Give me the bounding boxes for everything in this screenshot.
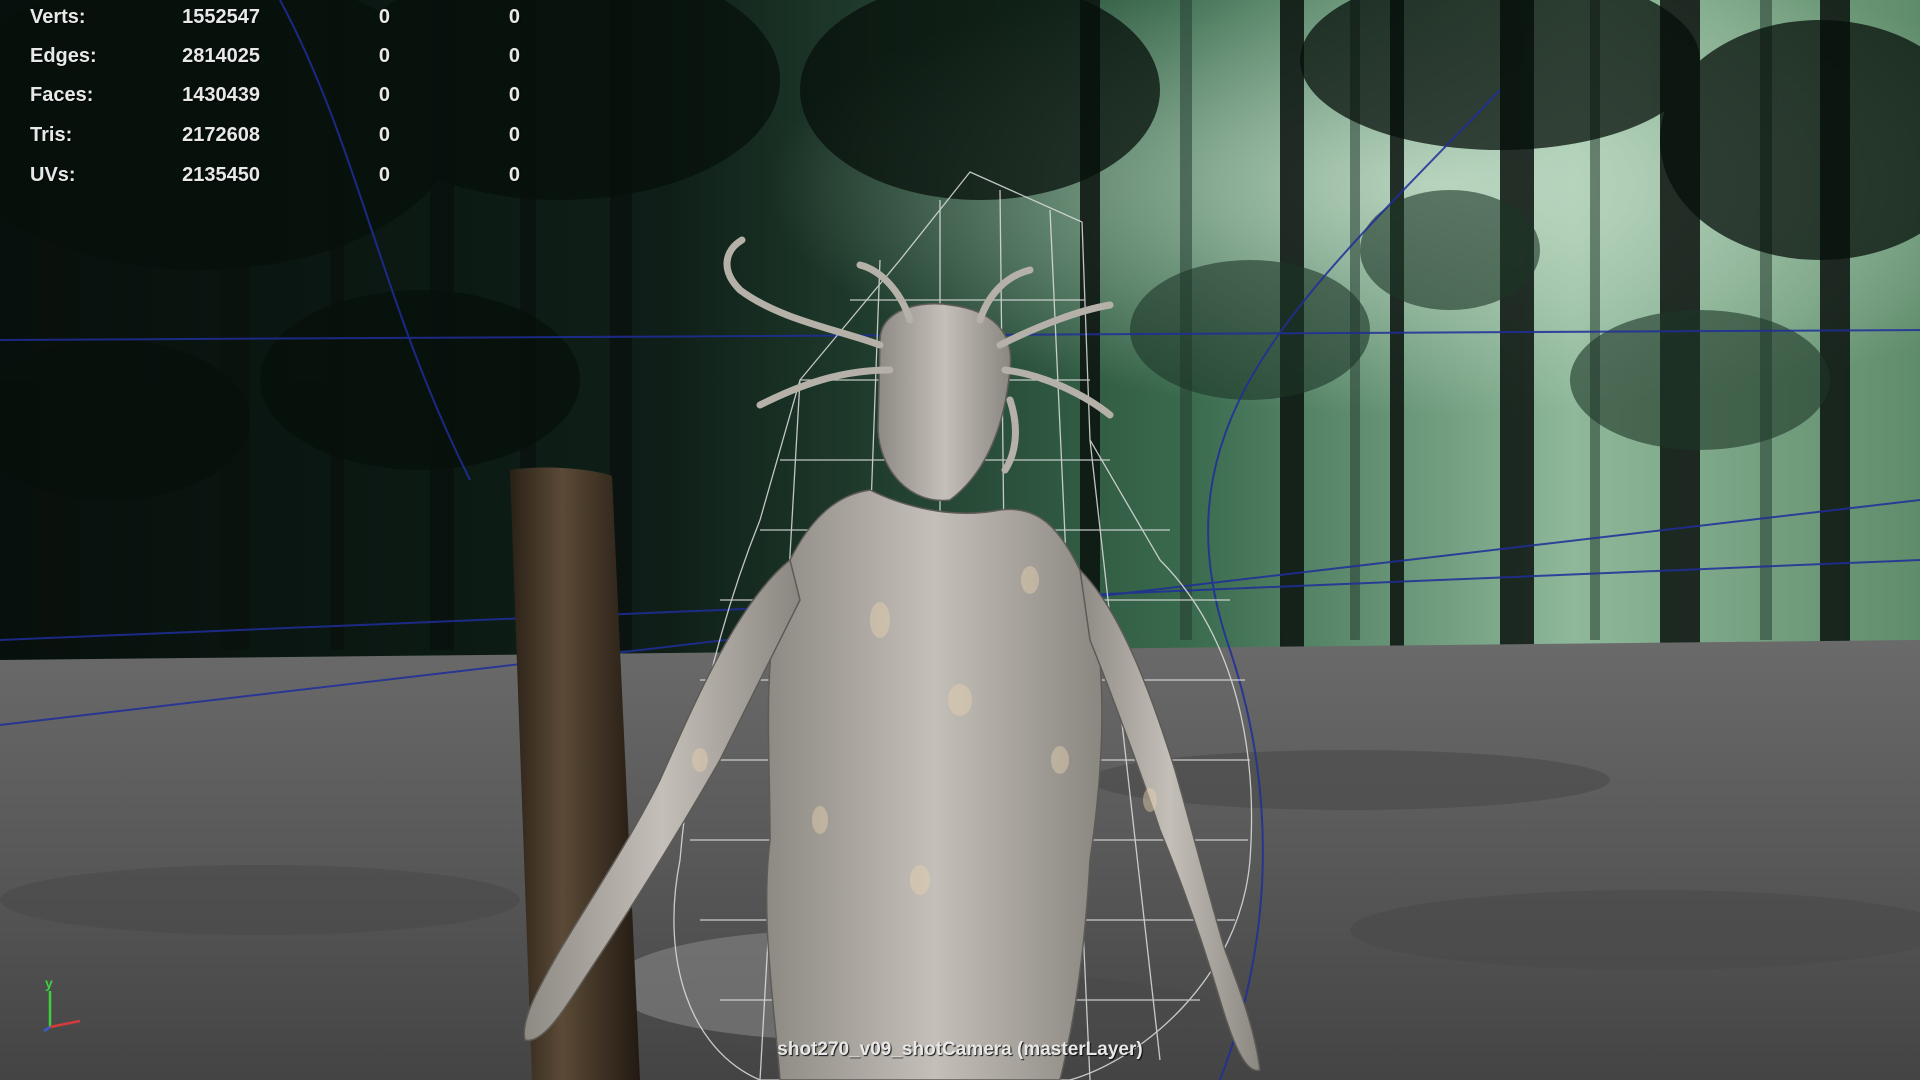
hud-total: 1552547: [182, 6, 260, 28]
camera-name-label: shot270_v09_shotCamera (masterLayer): [777, 1039, 1143, 1060]
hud-label: Edges:: [30, 45, 97, 67]
axis-z-icon: [43, 1025, 51, 1033]
hud-selected: 0: [378, 45, 390, 67]
hud-selected: 0: [378, 124, 390, 146]
poly-count-hud: Verts: 1552547 0 0 Edges: 2814025 0 0 Fa…: [0, 0, 560, 200]
axis-x-icon: [49, 1019, 81, 1029]
hud-row-verts: Verts: 1552547 0 0: [0, 2, 560, 32]
hud-row-uvs: UVs: 2135450 0 0: [0, 160, 560, 190]
hud-label: Tris:: [30, 124, 73, 146]
hud-selected: 0: [378, 164, 390, 186]
hud-total: 2172608: [182, 124, 260, 146]
hud-label: Faces:: [30, 84, 94, 106]
hud-selected-components: 0: [508, 124, 520, 146]
hud-label: Verts:: [30, 6, 86, 28]
hud-total: 1430439: [182, 84, 260, 106]
hud-selected-components: 0: [508, 164, 520, 186]
hud-label: UVs:: [30, 164, 76, 186]
hud-selected-components: 0: [508, 6, 520, 28]
hud-selected: 0: [378, 84, 390, 106]
hud-selected-components: 0: [508, 84, 520, 106]
hud-total: 2135450: [182, 164, 260, 186]
axis-y-label: y: [45, 975, 53, 991]
hud-row-tris: Tris: 2172608 0 0: [0, 120, 560, 150]
hud-row-edges: Edges: 2814025 0 0: [0, 41, 560, 71]
view-axis-gizmo: y: [43, 975, 81, 1033]
hud-total: 2814025: [182, 45, 260, 67]
hud-row-faces: Faces: 1430439 0 0: [0, 80, 560, 110]
hud-selected: 0: [378, 6, 390, 28]
hud-selected-components: 0: [508, 45, 520, 67]
maya-viewport[interactable]: Verts: 1552547 0 0 Edges: 2814025 0 0 Fa…: [0, 0, 1920, 1080]
